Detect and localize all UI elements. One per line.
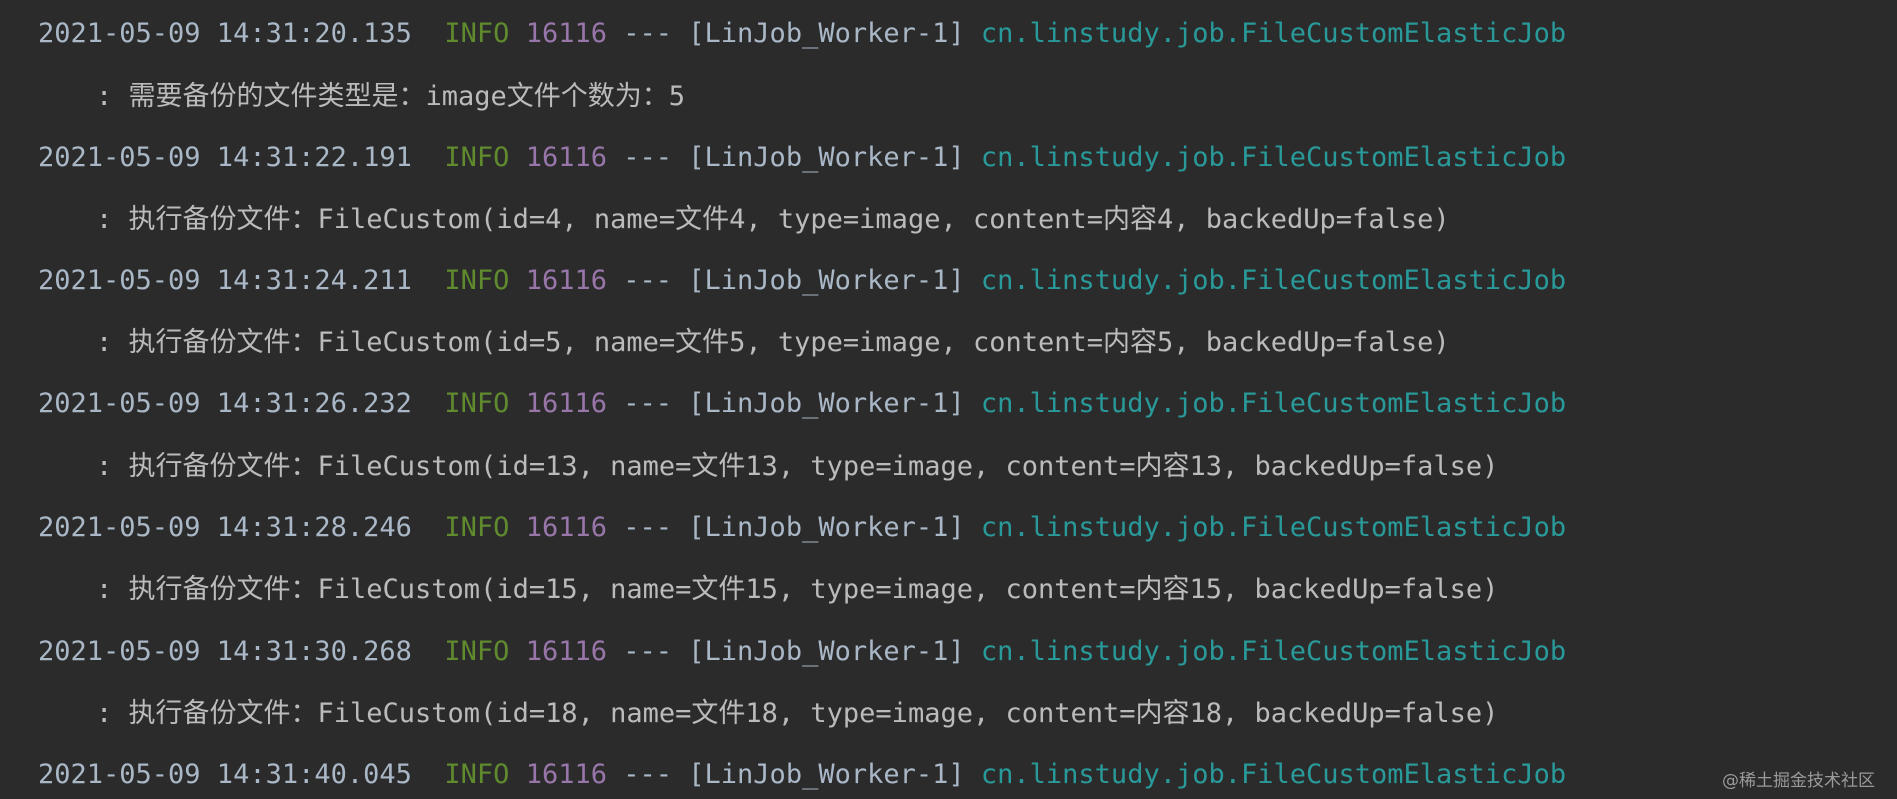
log-pid: 16116 xyxy=(525,388,607,419)
log-logger-link[interactable]: cn.linstudy.job.FileCustomElasticJob xyxy=(981,512,1566,543)
log-header-line: 2021-05-09 14:31:30.268 INFO 16116 --- [… xyxy=(38,632,1566,672)
log-separator: --- xyxy=(623,18,673,49)
log-timestamp: 2021-05-09 14:31:30.268 xyxy=(38,636,412,667)
log-header-line: 2021-05-09 14:31:26.232 INFO 16116 --- [… xyxy=(38,384,1566,424)
log-message-line: : 执行备份文件：FileCustom(id=15, name=文件15, ty… xyxy=(96,574,1499,605)
log-logger-link[interactable]: cn.linstudy.job.FileCustomElasticJob xyxy=(981,265,1566,296)
log-level: INFO xyxy=(444,265,510,296)
log-pid: 16116 xyxy=(525,18,607,49)
log-thread: [LinJob_Worker-1] xyxy=(688,142,965,173)
log-pid: 16116 xyxy=(525,142,607,173)
log-thread: [LinJob_Worker-1] xyxy=(688,265,965,296)
log-timestamp: 2021-05-09 14:31:24.211 xyxy=(38,265,412,296)
log-thread: [LinJob_Worker-1] xyxy=(688,759,965,790)
log-level: INFO xyxy=(444,512,510,543)
log-logger-link[interactable]: cn.linstudy.job.FileCustomElasticJob xyxy=(981,388,1566,419)
log-thread: [LinJob_Worker-1] xyxy=(688,512,965,543)
log-message-line: : 执行备份文件：FileCustom(id=13, name=文件13, ty… xyxy=(96,451,1499,482)
log-separator: --- xyxy=(623,142,673,173)
log-timestamp: 2021-05-09 14:31:40.045 xyxy=(38,759,412,790)
log-separator: --- xyxy=(623,636,673,667)
log-thread: [LinJob_Worker-1] xyxy=(688,388,965,419)
log-level: INFO xyxy=(444,636,510,667)
log-message-line: : 执行备份文件：FileCustom(id=5, name=文件5, type… xyxy=(96,327,1450,358)
log-logger-link[interactable]: cn.linstudy.job.FileCustomElasticJob xyxy=(981,142,1566,173)
log-timestamp: 2021-05-09 14:31:20.135 xyxy=(38,18,412,49)
log-header-line: 2021-05-09 14:31:40.045 INFO 16116 --- [… xyxy=(38,755,1566,795)
log-logger-link[interactable]: cn.linstudy.job.FileCustomElasticJob xyxy=(981,18,1566,49)
log-message-line: : 执行备份文件：FileCustom(id=4, name=文件4, type… xyxy=(96,204,1450,235)
log-level: INFO xyxy=(444,388,510,419)
log-pid: 16116 xyxy=(525,636,607,667)
log-logger-link[interactable]: cn.linstudy.job.FileCustomElasticJob xyxy=(981,636,1566,667)
log-header-line: 2021-05-09 14:31:20.135 INFO 16116 --- [… xyxy=(38,14,1566,54)
log-separator: --- xyxy=(623,512,673,543)
log-level: INFO xyxy=(444,142,510,173)
log-logger-link[interactable]: cn.linstudy.job.FileCustomElasticJob xyxy=(981,759,1566,790)
log-message-line: : 需要备份的文件类型是：image文件个数为：5 xyxy=(96,81,686,112)
log-header-line: 2021-05-09 14:31:28.246 INFO 16116 --- [… xyxy=(38,508,1566,548)
watermark: @稀土掘金技术社区 xyxy=(1722,771,1875,791)
log-timestamp: 2021-05-09 14:31:28.246 xyxy=(38,512,412,543)
log-header-line: 2021-05-09 14:31:22.191 INFO 16116 --- [… xyxy=(38,138,1566,178)
log-timestamp: 2021-05-09 14:31:22.191 xyxy=(38,142,412,173)
log-header-line: 2021-05-09 14:31:24.211 INFO 16116 --- [… xyxy=(38,261,1566,301)
log-message-line: : 执行备份文件：FileCustom(id=18, name=文件18, ty… xyxy=(96,698,1499,729)
log-level: INFO xyxy=(444,759,510,790)
log-thread: [LinJob_Worker-1] xyxy=(688,18,965,49)
console-output[interactable]: 2021-05-09 14:31:20.135 INFO 16116 --- [… xyxy=(0,0,1897,799)
log-pid: 16116 xyxy=(525,759,607,790)
log-separator: --- xyxy=(623,265,673,296)
log-timestamp: 2021-05-09 14:31:26.232 xyxy=(38,388,412,419)
log-thread: [LinJob_Worker-1] xyxy=(688,636,965,667)
log-pid: 16116 xyxy=(525,265,607,296)
log-level: INFO xyxy=(444,18,510,49)
log-pid: 16116 xyxy=(525,512,607,543)
log-separator: --- xyxy=(623,388,673,419)
log-separator: --- xyxy=(623,759,673,790)
